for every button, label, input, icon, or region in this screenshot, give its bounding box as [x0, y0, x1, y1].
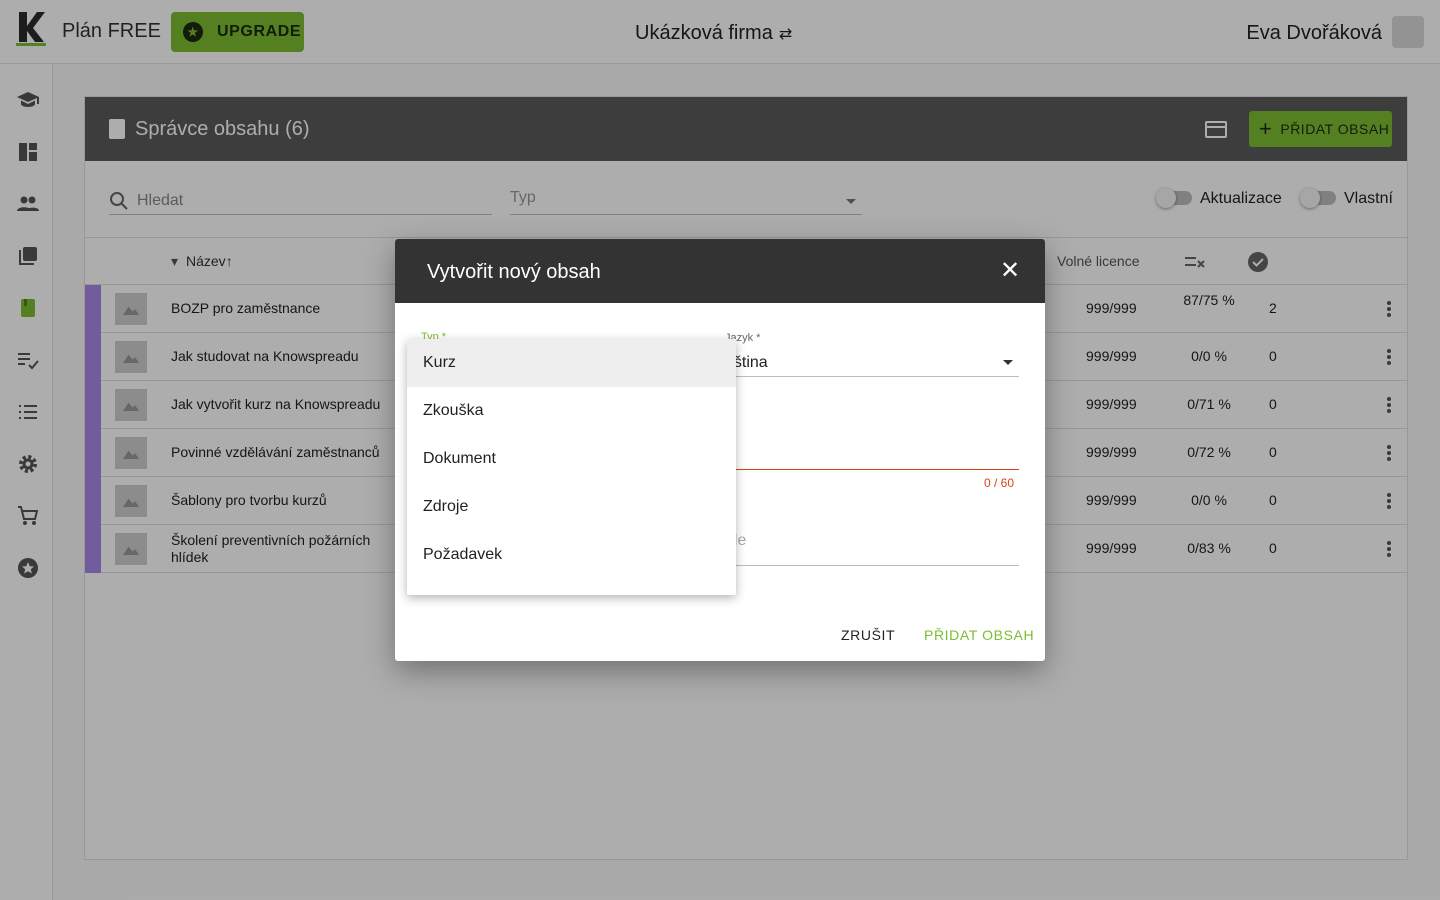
type-dropdown-panel: Kurz Zkouška Dokument Zdroje Požadavek [407, 339, 736, 595]
option-zdroje[interactable]: Zdroje [407, 483, 736, 531]
option-dokument[interactable]: Dokument [407, 435, 736, 483]
option-kurz[interactable]: Kurz [407, 339, 736, 387]
language-underline [725, 376, 1019, 377]
name-char-counter: 0 / 60 [984, 476, 1015, 490]
cancel-button[interactable]: ZRUŠIT [841, 627, 895, 643]
close-icon[interactable]: ✕ [999, 259, 1021, 283]
description-underline [725, 565, 1019, 566]
dialog-title: Vytvořit nový obsah [427, 261, 601, 283]
name-field-underline[interactable] [725, 469, 1019, 470]
option-pozadavek[interactable]: Požadavek [407, 531, 736, 579]
option-zkouska[interactable]: Zkouška [407, 387, 736, 435]
dialog-header: Vytvořit nový obsah ✕ [395, 239, 1045, 303]
chevron-down-icon[interactable] [1003, 360, 1013, 365]
submit-button[interactable]: PŘIDAT OBSAH [924, 627, 1034, 643]
